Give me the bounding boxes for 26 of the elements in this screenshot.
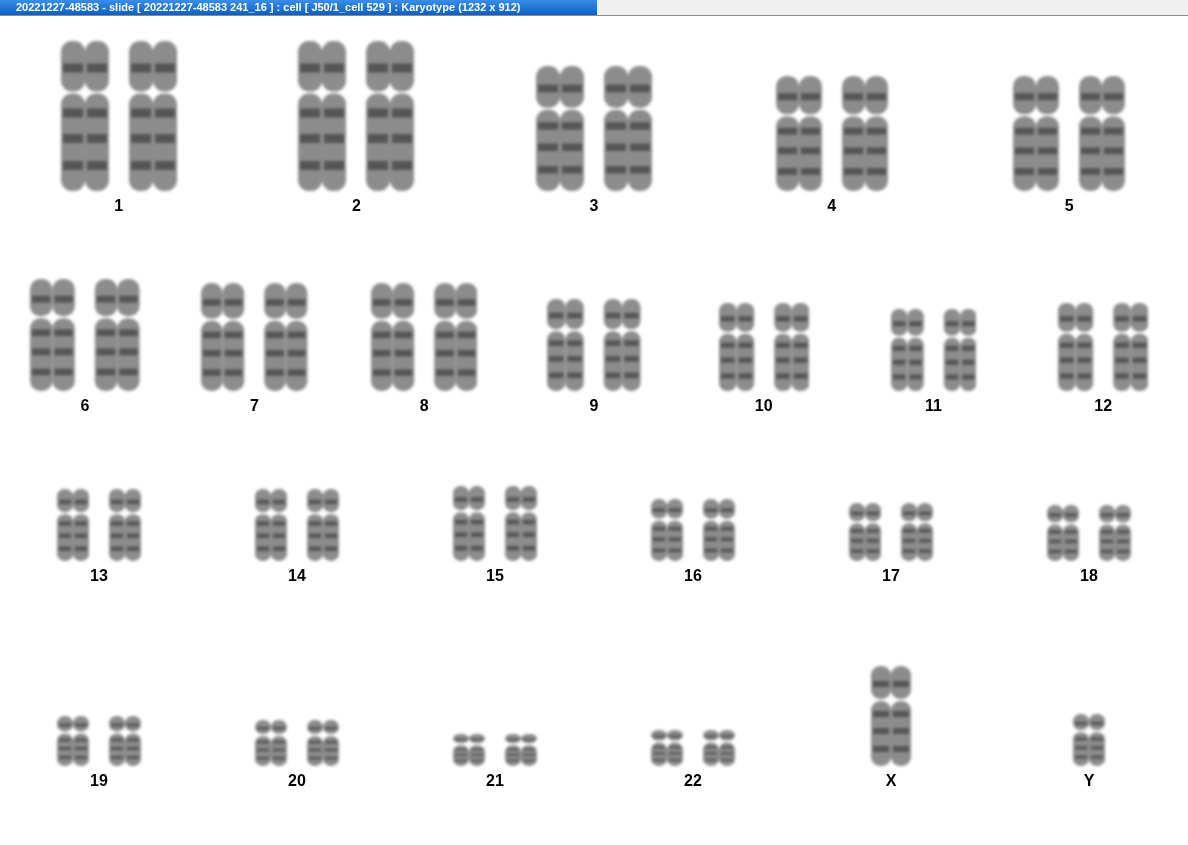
chromosome-label: 8 (419, 397, 429, 415)
chromosome-label: 19 (90, 772, 108, 790)
window-title: 20221227-48583 - slide [ 20221227-48583 241_16 ] : cell [ J50/1_cell 529 ] : Karyotype (1232 x 912) (0, 0, 597, 15)
chromosome-label: 1 (114, 197, 124, 215)
chromosome-label: 16 (684, 567, 702, 585)
chromosome-label: 15 (486, 567, 504, 585)
chromosome-label: 9 (589, 397, 599, 415)
chromosome-label: X (885, 772, 897, 790)
chromosome-label: 17 (882, 567, 900, 585)
chromosome-label: 7 (250, 397, 259, 415)
chromosome-label: 12 (1094, 397, 1113, 415)
chromosome-drawing (1073, 714, 1105, 766)
chromosome-label: 14 (288, 567, 306, 585)
chromosome-label: 10 (754, 397, 773, 415)
chromosome-label: 4 (827, 197, 837, 215)
chromosome-label: 2 (351, 197, 361, 215)
chromosome-label: 3 (589, 197, 599, 215)
chromosome-label: 11 (924, 397, 942, 415)
chromosome-label: 13 (90, 567, 108, 585)
chromosome-label: 6 (80, 397, 90, 415)
chromosome-label: 5 (1064, 197, 1074, 215)
chromosome-label: 21 (486, 772, 504, 790)
chromosome-label: 22 (684, 772, 702, 790)
chromosome-label: 20 (288, 772, 306, 790)
chromosome-label: 18 (1080, 567, 1098, 585)
chromosome-label: Y (1083, 772, 1095, 790)
